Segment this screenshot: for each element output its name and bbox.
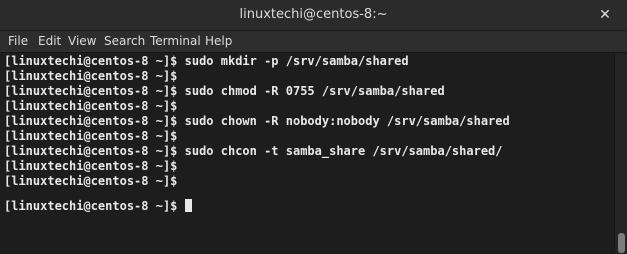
close-icon[interactable]: ✕ <box>597 7 613 23</box>
terminal-line: [linuxtechi@centos-8 ~]$ sudo chcon -t s… <box>4 144 503 158</box>
terminal-line: [linuxtechi@centos-8 ~]$ <box>4 99 178 113</box>
menu-terminal[interactable]: Terminal <box>150 34 201 48</box>
menu-bar: File Edit View Search Terminal Help <box>0 31 627 53</box>
title-bar[interactable]: linuxtechi@centos-8:~ ✕ <box>0 0 627 31</box>
terminal-line: [linuxtechi@centos-8 ~]$ sudo mkdir -p /… <box>4 54 409 68</box>
terminal-line: [linuxtechi@centos-8 ~]$ <box>4 174 178 188</box>
window-title: linuxtechi@centos-8:~ <box>239 7 388 22</box>
text-cursor <box>184 199 192 212</box>
scrollbar[interactable] <box>614 53 627 254</box>
menu-view[interactable]: View <box>68 34 96 48</box>
menu-help[interactable]: Help <box>205 34 232 48</box>
scrollbar-thumb[interactable] <box>618 233 625 253</box>
menu-search[interactable]: Search <box>104 34 145 48</box>
terminal-line: [linuxtechi@centos-8 ~]$ sudo chown -R n… <box>4 114 510 128</box>
terminal-window: linuxtechi@centos-8:~ ✕ File Edit View S… <box>0 0 627 254</box>
terminal-line: [linuxtechi@centos-8 ~]$ sudo chmod -R 0… <box>4 84 445 98</box>
terminal-line: [linuxtechi@centos-8 ~]$ <box>4 69 178 83</box>
terminal-line: [linuxtechi@centos-8 ~]$ <box>4 129 178 143</box>
terminal-line: [linuxtechi@centos-8 ~]$ <box>4 159 178 173</box>
terminal-active-line[interactable]: [linuxtechi@centos-8 ~]$ <box>4 199 192 214</box>
prompt: [linuxtechi@centos-8 ~]$ <box>4 199 185 213</box>
menu-file[interactable]: File <box>8 34 28 48</box>
terminal-output[interactable]: [linuxtechi@centos-8 ~]$ sudo mkdir -p /… <box>0 53 614 254</box>
menu-edit[interactable]: Edit <box>38 34 61 48</box>
